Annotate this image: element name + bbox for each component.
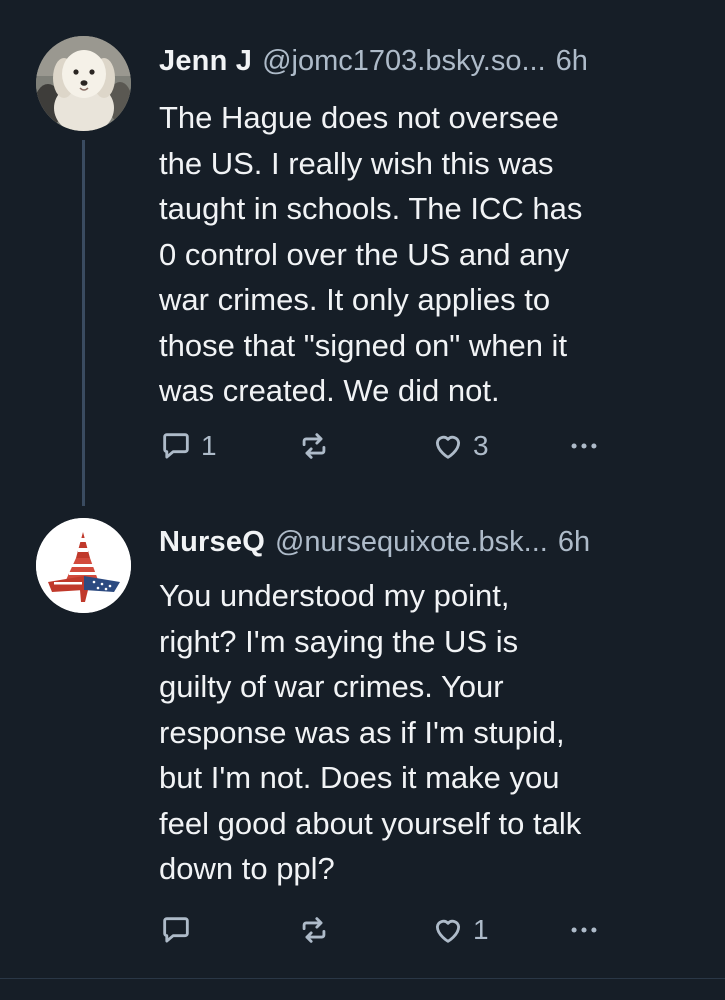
author-handle[interactable]: @nursequixote.bsk... <box>275 522 548 562</box>
author-handle[interactable]: @jomc1703.bsky.so... <box>262 41 546 81</box>
flag-nurse-figure <box>36 518 131 613</box>
post-header: NurseQ @nursequixote.bsk... 6h <box>159 522 695 562</box>
more-icon <box>571 927 597 933</box>
post-header: Jenn J @jomc1703.bsky.so... 6h <box>159 41 695 81</box>
like-count: 3 <box>473 430 489 461</box>
author-display-name[interactable]: Jenn J <box>159 41 252 81</box>
white-dog-photo <box>36 36 131 131</box>
author-display-name[interactable]: NurseQ <box>159 522 265 562</box>
post-actions: 1 <box>159 910 659 950</box>
more-options-button[interactable] <box>567 910 601 950</box>
more-icon <box>571 443 597 449</box>
like-count: 1 <box>473 914 489 945</box>
more-options-button[interactable] <box>567 426 601 466</box>
heart-icon <box>435 435 461 459</box>
reply-icon <box>163 433 189 459</box>
reply-button[interactable] <box>159 910 201 950</box>
like-button[interactable]: 3 <box>431 426 489 466</box>
post-text: The Hague does not oversee the US. I rea… <box>159 100 583 408</box>
repost-icon <box>302 433 326 459</box>
avatar[interactable] <box>36 36 131 131</box>
post-jenn-j[interactable]: Jenn J @jomc1703.bsky.so... 6h The Hague… <box>0 0 725 506</box>
reply-count: 1 <box>201 430 217 461</box>
reply-icon <box>163 917 189 943</box>
repost-button[interactable] <box>297 426 339 466</box>
like-button[interactable]: 1 <box>431 910 489 950</box>
heart-icon <box>435 919 461 943</box>
post-text: You understood my point, right? I'm sayi… <box>159 578 582 886</box>
post-actions: 1 3 <box>159 426 659 466</box>
avatar[interactable] <box>36 518 131 613</box>
reply-button[interactable]: 1 <box>159 426 217 466</box>
post-nurseq[interactable]: NurseQ @nursequixote.bsk... 6h You under… <box>0 500 725 980</box>
repost-button[interactable] <box>297 910 339 950</box>
repost-icon <box>302 917 326 943</box>
post-timestamp[interactable]: 6h <box>558 522 590 562</box>
thread-line <box>82 140 85 506</box>
feed-divider <box>0 978 725 979</box>
post-timestamp[interactable]: 6h <box>556 41 588 81</box>
